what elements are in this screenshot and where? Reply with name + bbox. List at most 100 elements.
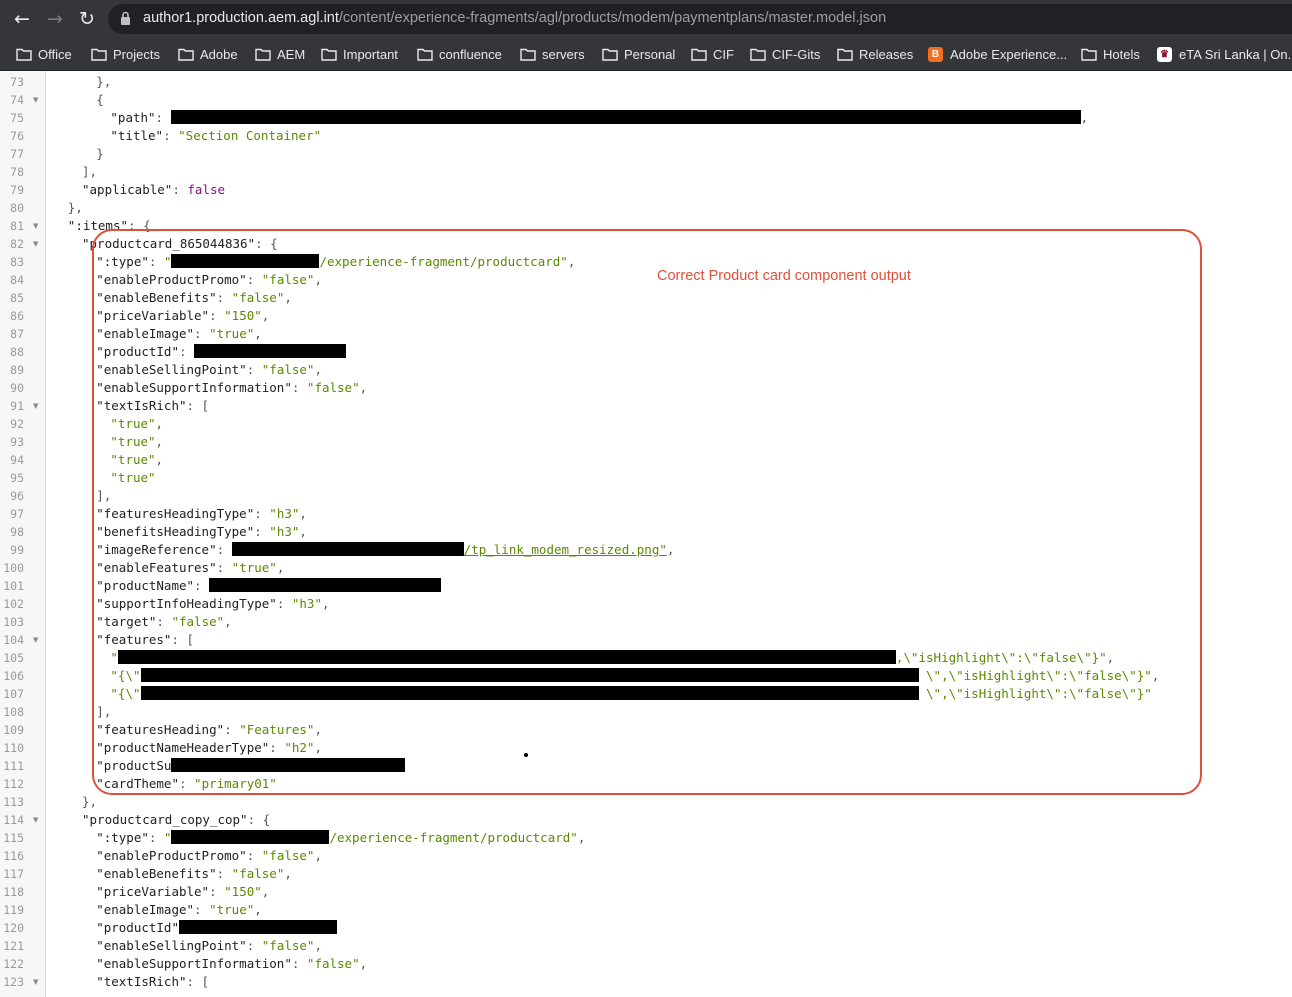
json-key: "enableSupportInformation" <box>96 956 292 971</box>
line-number: 81 <box>10 219 24 233</box>
stray-dot <box>524 753 528 757</box>
line-number: 101 <box>3 579 24 593</box>
fold-toggle-icon[interactable]: ▼ <box>33 91 38 109</box>
line-number: 91 <box>10 399 24 413</box>
line-number: 88 <box>10 345 24 359</box>
bookmark-aem[interactable]: AEM <box>255 38 305 70</box>
bookmark-label: Personal <box>624 46 676 62</box>
line-number: 90 <box>10 381 24 395</box>
fold-toggle-icon[interactable]: ▼ <box>33 631 38 649</box>
folder-icon <box>520 48 536 61</box>
line-number: 106 <box>3 669 24 683</box>
code-line: } <box>96 145 104 163</box>
bookmark-servers[interactable]: servers <box>520 38 585 70</box>
line-number: 74 <box>10 93 24 107</box>
fold-toggle-icon[interactable]: ▼ <box>33 973 38 991</box>
line-number: 104 <box>3 633 24 647</box>
bookmark-personal[interactable]: Personal <box>602 38 675 70</box>
json-punctuation: , <box>314 938 322 953</box>
json-punctuation: } <box>96 146 104 161</box>
browser-toolbar: ← → ↻ author1.production.aem.agl.int/con… <box>0 0 1292 38</box>
code-line: "applicable": false <box>82 181 225 199</box>
bookmark-adobe-experience[interactable]: B Adobe Experience... <box>928 38 1067 70</box>
annotation-label: Correct Product card component output <box>657 268 911 284</box>
line-number: 92 <box>10 417 24 431</box>
code-line: "enableBenefits": "false", <box>96 865 292 883</box>
code-line: "priceVariable": "150", <box>96 883 269 901</box>
code-line: "enableProductPromo": "false", <box>96 847 322 865</box>
line-number: 77 <box>10 147 24 161</box>
json-key: "path" <box>110 110 156 125</box>
json-punctuation: : <box>155 110 171 125</box>
bookmark-label: Projects <box>113 46 160 62</box>
address-bar[interactable]: author1.production.aem.agl.int/content/e… <box>108 4 1292 34</box>
line-number: 78 <box>10 165 24 179</box>
json-punctuation: : <box>246 848 262 863</box>
line-number: 87 <box>10 327 24 341</box>
bookmark-cif-gits[interactable]: CIF-Gits <box>750 38 820 70</box>
bookmark-hotels[interactable]: Hotels <box>1081 38 1140 70</box>
json-value: /experience-fragment/productcard" <box>329 830 578 845</box>
json-punctuation: : { <box>247 812 271 827</box>
json-punctuation: }, <box>67 200 83 215</box>
json-punctuation: }, <box>82 794 98 809</box>
bookmark-cif[interactable]: CIF <box>691 38 734 70</box>
back-arrow-icon[interactable]: ← <box>9 6 35 32</box>
fold-toggle-icon[interactable]: ▼ <box>33 217 38 235</box>
fold-toggle-icon[interactable]: ▼ <box>33 235 38 253</box>
line-number: 85 <box>10 291 24 305</box>
folder-icon <box>691 48 707 61</box>
code-line: "productId" <box>96 919 337 937</box>
line-number: 73 <box>10 75 24 89</box>
line-number: 84 <box>10 273 24 287</box>
line-number: 96 <box>10 489 24 503</box>
line-number: 117 <box>3 867 24 881</box>
json-value: "false" <box>261 848 315 863</box>
json-viewer: 73 74 ▼ 75 76 77 78 79 80 81 ▼ 82 ▼ 83 84 85 86 87 88 89 90 9… <box>0 71 1292 997</box>
json-punctuation: , <box>1080 110 1089 125</box>
bookmark-label: Releases <box>859 46 914 62</box>
folder-icon <box>417 48 433 61</box>
line-number: 108 <box>3 705 24 719</box>
bookmark-label: servers <box>542 46 585 62</box>
json-punctuation: , <box>254 902 262 917</box>
json-punctuation: : <box>163 128 179 143</box>
line-number: 102 <box>3 597 24 611</box>
bookmark-label: CIF <box>713 46 734 62</box>
json-value: "true" <box>209 902 255 917</box>
bookmark-projects[interactable]: Projects <box>91 38 160 70</box>
json-punctuation: : [ <box>186 974 210 989</box>
fold-toggle-icon[interactable]: ▼ <box>33 811 38 829</box>
bookmark-important[interactable]: Important <box>321 38 398 70</box>
json-key: "enableSellingPoint" <box>96 938 247 953</box>
json-value: "false" <box>261 938 315 953</box>
line-number: 79 <box>10 183 24 197</box>
json-punctuation: }, <box>96 74 112 89</box>
forward-arrow-icon[interactable]: → <box>42 6 68 32</box>
json-key: "enableProductPromo" <box>96 848 247 863</box>
json-punctuation: ], <box>82 164 98 179</box>
bookmark-adobe[interactable]: Adobe <box>178 38 238 70</box>
code-line: "enableSellingPoint": "false", <box>96 937 322 955</box>
line-number: 123 <box>3 975 24 989</box>
json-value: "false" <box>306 956 360 971</box>
json-value: "Section Container" <box>178 128 322 143</box>
line-number: 94 <box>10 453 24 467</box>
bookmark-confluence[interactable]: confluence <box>417 38 502 70</box>
json-punctuation: : <box>209 884 225 899</box>
bookmark-releases[interactable]: Releases <box>837 38 913 70</box>
fold-toggle-icon[interactable]: ▼ <box>33 397 38 415</box>
eta-logo-icon: ♛ <box>1157 46 1172 62</box>
json-key: "enableBenefits" <box>96 866 217 881</box>
redaction-bar <box>178 920 337 934</box>
folder-icon <box>255 48 271 61</box>
bookmark-eta-sri-lanka[interactable]: ♛ eTA Sri Lanka | On... <box>1157 38 1292 70</box>
line-number: 83 <box>10 255 24 269</box>
code-line: "enableImage": "true", <box>96 901 262 919</box>
url-path: /content/experience-fragments/agl/produc… <box>338 10 887 26</box>
reload-icon[interactable]: ↻ <box>74 6 100 32</box>
json-punctuation: , <box>284 866 292 881</box>
bookmark-office[interactable]: Office <box>16 38 72 70</box>
json-punctuation: : <box>291 956 307 971</box>
json-punctuation: , <box>359 956 368 971</box>
